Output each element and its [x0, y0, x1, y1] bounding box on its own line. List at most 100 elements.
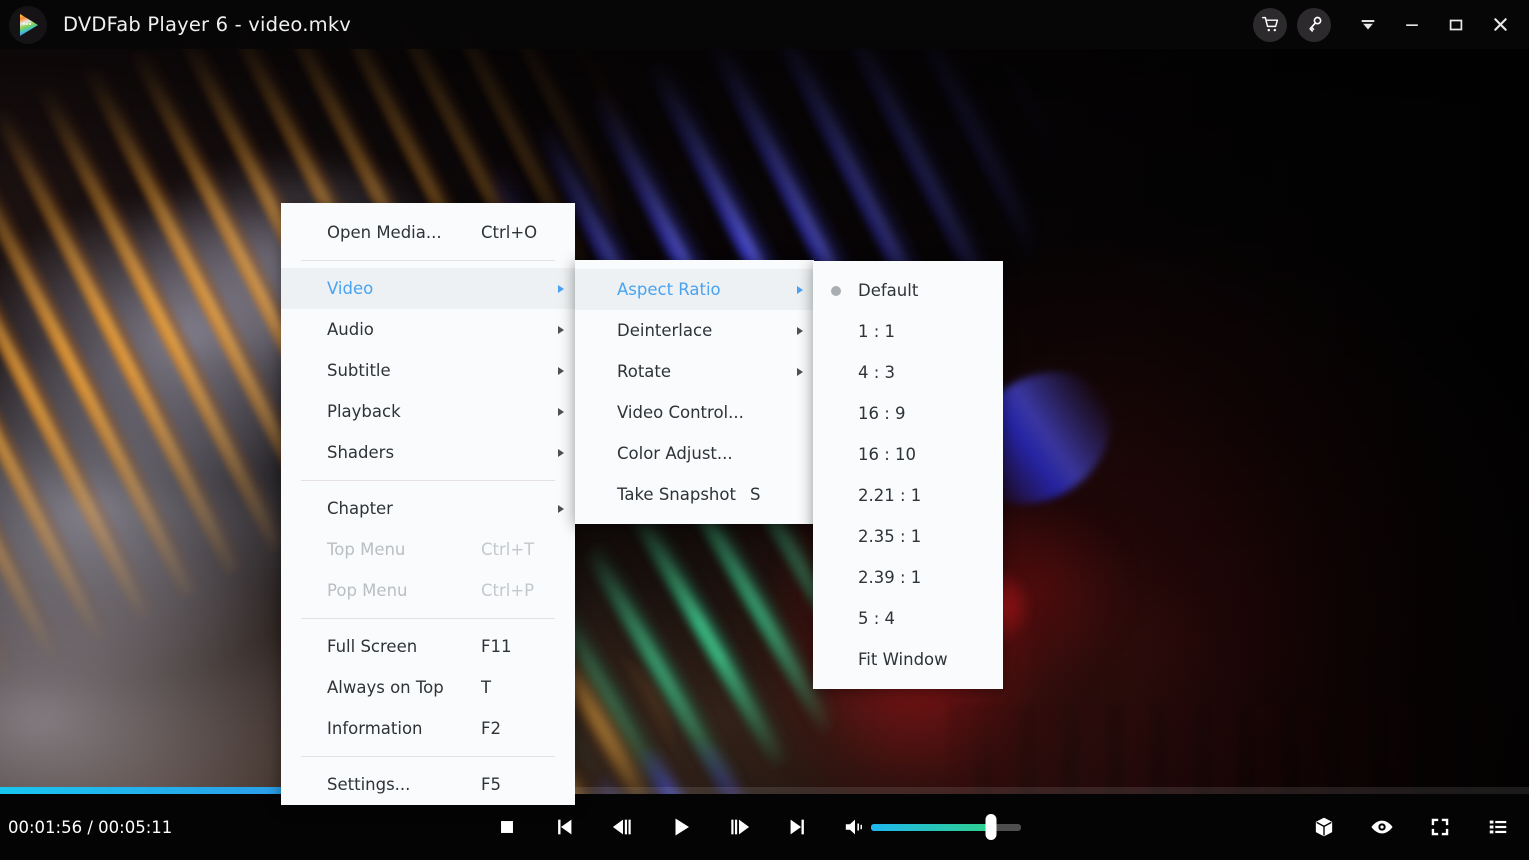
- menu-item-shortcut: Ctrl+O: [481, 223, 537, 242]
- window-title: DVDFab Player 6 - video.mkv: [63, 13, 351, 36]
- title-bar-actions: [1253, 8, 1529, 42]
- menu-item-top-menu: Top MenuCtrl+T: [281, 529, 575, 570]
- video-menu-item-take-snapshot[interactable]: Take SnapshotS: [575, 474, 814, 515]
- video-menu-item-aspect-ratio[interactable]: Aspect Ratio: [575, 269, 814, 310]
- volume-control: [826, 824, 1021, 831]
- menu-item-always-on-top[interactable]: Always on Top T: [281, 667, 575, 708]
- submenu-aspect-ratio[interactable]: Default 1 : 1 4 : 3 16 : 9 16 : 10 2.21 : 1 2.…: [813, 261, 1003, 689]
- aspect-item-16-10[interactable]: 16 : 10: [813, 434, 1003, 475]
- key-icon[interactable]: [1297, 8, 1331, 42]
- submenu-arrow-icon: [797, 286, 803, 294]
- cart-icon[interactable]: [1253, 8, 1287, 42]
- menu-item-shortcut: Ctrl+T: [481, 540, 534, 559]
- menu-item-label: Color Adjust...: [617, 444, 733, 463]
- context-menu-main[interactable]: Open Media... Ctrl+O Video Audio Subtitle Pla…: [281, 203, 575, 805]
- chevron-down-icon[interactable]: [1351, 8, 1385, 42]
- menu-separator: [301, 756, 555, 757]
- menu-separator: [301, 618, 555, 619]
- menu-item-label: Full Screen: [327, 637, 417, 656]
- radio-selected-indicator: [831, 286, 841, 296]
- playlist-icon[interactable]: [1481, 810, 1515, 844]
- menu-item-playback[interactable]: Playback: [281, 391, 575, 432]
- play-button[interactable]: [664, 810, 698, 844]
- volume-slider-handle[interactable]: [986, 814, 997, 840]
- transport-controls: [490, 810, 872, 844]
- menu-item-chapter[interactable]: Chapter: [281, 488, 575, 529]
- menu-item-shaders[interactable]: Shaders: [281, 432, 575, 473]
- menu-item-label: Fit Window: [858, 650, 948, 669]
- time-display: 00:01:56 / 00:05:11: [8, 818, 172, 837]
- submenu-arrow-icon: [797, 327, 803, 335]
- volume-slider[interactable]: [871, 824, 1021, 831]
- menu-item-information[interactable]: InformationF2: [281, 708, 575, 749]
- menu-item-label: 5 : 4: [858, 609, 895, 628]
- video-menu-item-color-adjust[interactable]: Color Adjust...: [575, 433, 814, 474]
- step-backward-button[interactable]: [606, 810, 640, 844]
- menu-item-shortcut: S: [750, 485, 760, 504]
- aspect-item-default[interactable]: Default: [813, 270, 1003, 311]
- menu-item-audio[interactable]: Audio: [281, 309, 575, 350]
- submenu-arrow-icon: [797, 368, 803, 376]
- menu-item-label: Audio: [327, 320, 374, 339]
- submenu-arrow-icon: [558, 408, 564, 416]
- menu-item-label: Default: [858, 281, 918, 300]
- aspect-item-2-21-1[interactable]: 2.21 : 1: [813, 475, 1003, 516]
- menu-item-settings[interactable]: Settings... F5: [281, 764, 575, 805]
- menu-item-label: Always on Top: [327, 678, 444, 697]
- menu-item-label: Settings...: [327, 775, 410, 794]
- maximize-icon[interactable]: [1439, 8, 1473, 42]
- menu-item-shortcut: F5: [481, 775, 501, 794]
- previous-button[interactable]: [548, 810, 582, 844]
- menu-item-subtitle[interactable]: Subtitle: [281, 350, 575, 391]
- menu-item-label: Subtitle: [327, 361, 391, 380]
- dvdfab-play-logo-icon: [9, 6, 47, 44]
- menu-separator: [301, 260, 555, 261]
- control-bar: 00:01:56 / 00:05:11: [0, 794, 1529, 860]
- menu-item-label: 16 : 9: [858, 404, 906, 423]
- menu-item-label: Rotate: [617, 362, 671, 381]
- menu-item-shortcut: F11: [481, 637, 512, 656]
- menu-item-label: 4 : 3: [858, 363, 895, 382]
- minimize-icon[interactable]: [1395, 8, 1429, 42]
- aspect-item-1-1[interactable]: 1 : 1: [813, 311, 1003, 352]
- menu-item-shortcut: F2: [481, 719, 501, 738]
- menu-item-shortcut: Ctrl+P: [481, 581, 534, 600]
- menu-item-label: Aspect Ratio: [617, 280, 721, 299]
- submenu-arrow-icon: [558, 326, 564, 334]
- aspect-item-2-39-1[interactable]: 2.39 : 1: [813, 557, 1003, 598]
- aspect-item-5-4[interactable]: 5 : 4: [813, 598, 1003, 639]
- menu-item-label: Video: [327, 279, 373, 298]
- menu-item-full-screen[interactable]: Full Screen F11: [281, 626, 575, 667]
- aspect-item-2-35-1[interactable]: 2.35 : 1: [813, 516, 1003, 557]
- menu-item-open-media[interactable]: Open Media... Ctrl+O: [281, 212, 575, 253]
- video-menu-item-deinterlace[interactable]: Deinterlace: [575, 310, 814, 351]
- submenu-video[interactable]: Aspect Ratio Deinterlace Rotate Video Contr…: [575, 260, 814, 524]
- menu-item-shortcut: T: [481, 678, 491, 697]
- menu-item-label: Open Media...: [327, 223, 442, 242]
- seek-bar[interactable]: [0, 787, 1529, 794]
- menu-item-label: Chapter: [327, 499, 393, 518]
- aspect-item-16-9[interactable]: 16 : 9: [813, 393, 1003, 434]
- aspect-item-fit-window[interactable]: Fit Window: [813, 639, 1003, 680]
- volume-slider-fill: [871, 824, 991, 831]
- video-menu-item-video-control[interactable]: Video Control...: [575, 392, 814, 433]
- fullscreen-icon[interactable]: [1423, 810, 1457, 844]
- menu-item-label: 16 : 10: [858, 445, 916, 464]
- menu-item-label: Shaders: [327, 443, 394, 462]
- eye-icon[interactable]: [1365, 810, 1399, 844]
- step-forward-button[interactable]: [722, 810, 756, 844]
- submenu-arrow-icon: [558, 285, 564, 293]
- close-icon[interactable]: [1483, 8, 1517, 42]
- next-button[interactable]: [780, 810, 814, 844]
- 3d-cube-icon[interactable]: [1307, 810, 1341, 844]
- menu-item-label: 2.21 : 1: [858, 486, 921, 505]
- menu-item-label: Video Control...: [617, 403, 744, 422]
- menu-item-label: Deinterlace: [617, 321, 712, 340]
- stop-button[interactable]: [490, 810, 524, 844]
- video-menu-item-rotate[interactable]: Rotate: [575, 351, 814, 392]
- menu-item-pop-menu: Pop MenuCtrl+P: [281, 570, 575, 611]
- aspect-item-4-3[interactable]: 4 : 3: [813, 352, 1003, 393]
- menu-item-label: 1 : 1: [858, 322, 895, 341]
- submenu-arrow-icon: [558, 505, 564, 513]
- menu-item-video[interactable]: Video: [281, 268, 575, 309]
